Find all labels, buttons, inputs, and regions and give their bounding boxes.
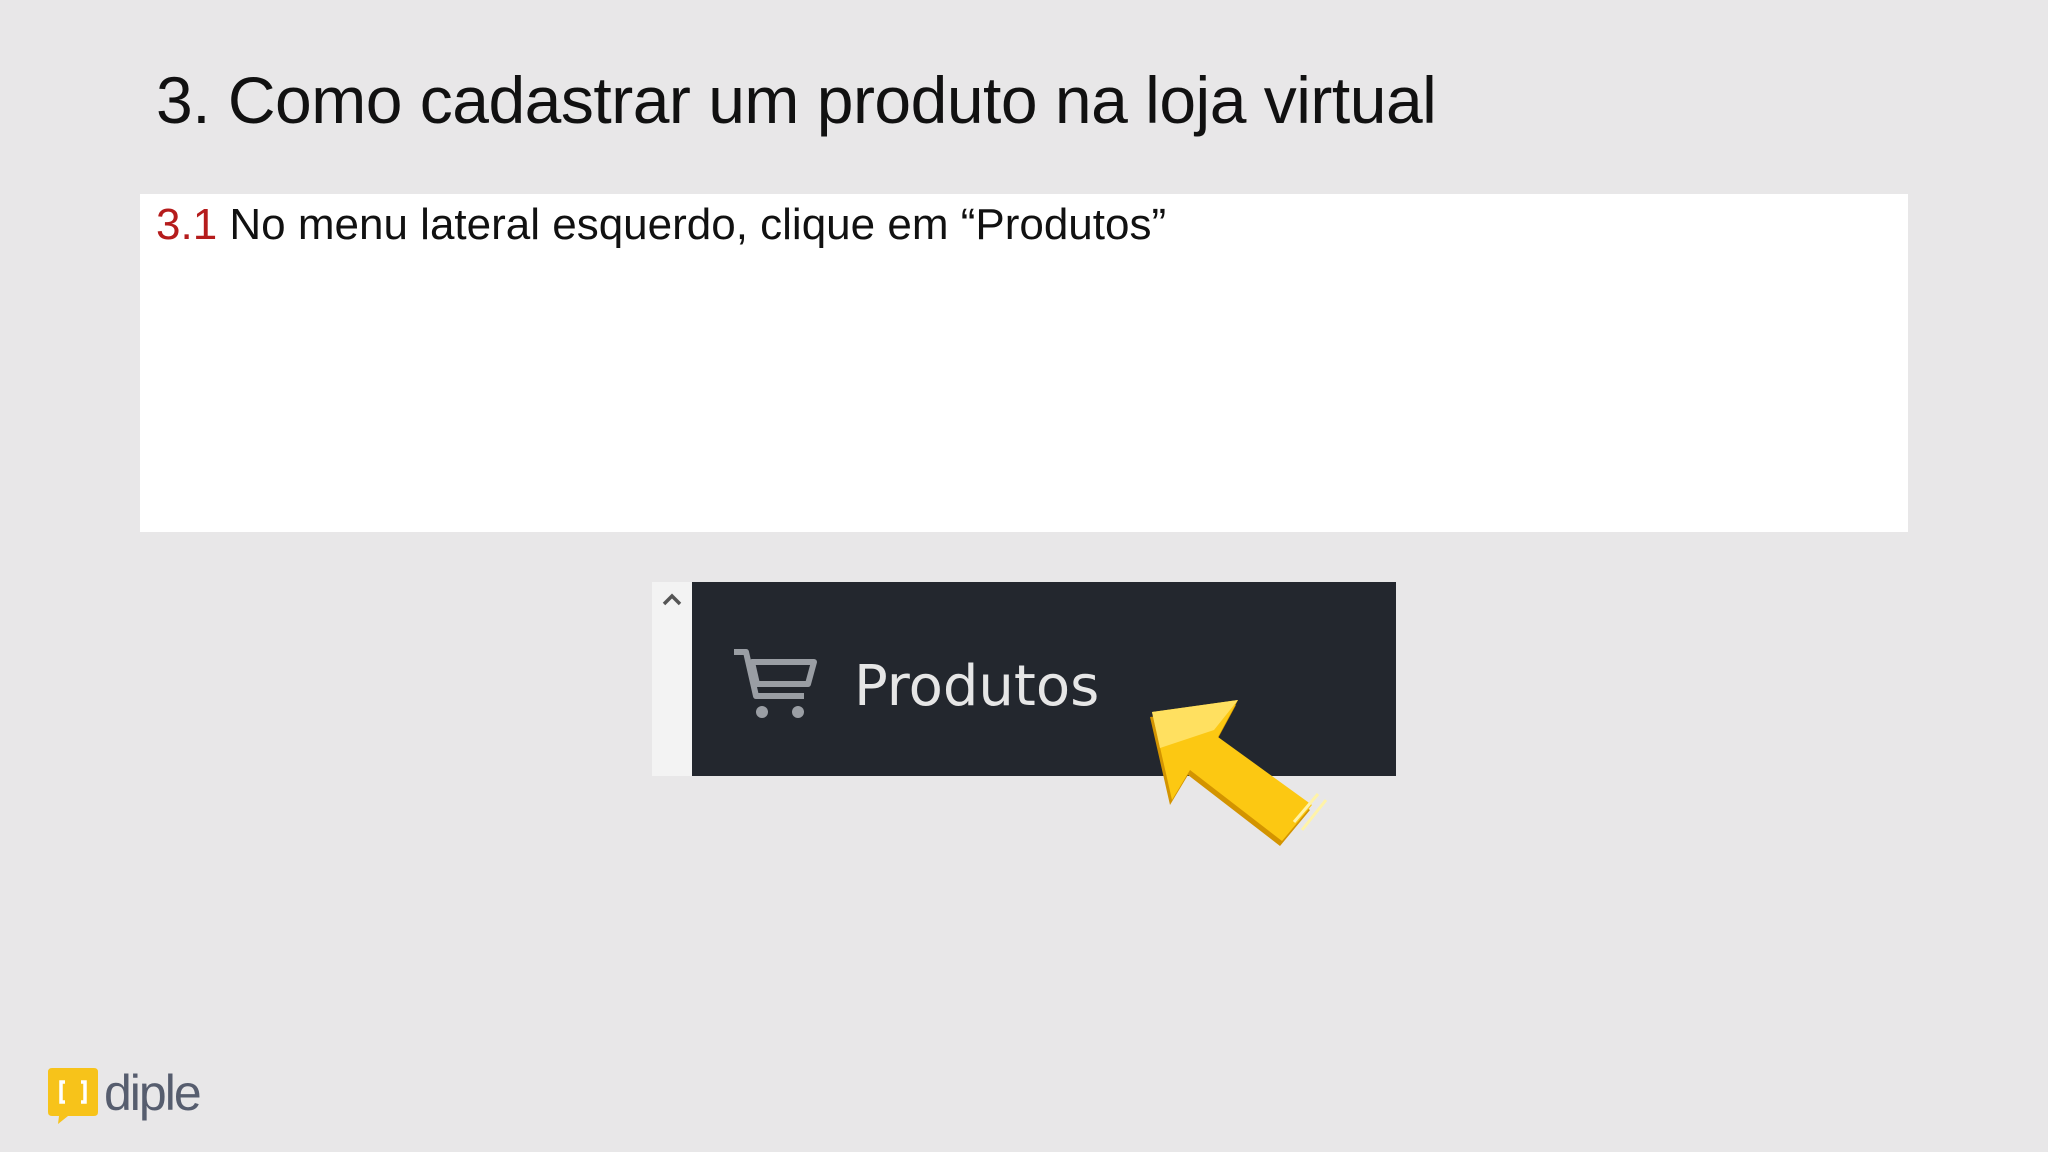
- brand-logo: diple: [48, 1064, 228, 1126]
- step-number: 3.1: [156, 200, 218, 249]
- step-instruction: 3.1 No menu lateral esquerdo, clique em …: [156, 200, 1166, 250]
- chevron-up-icon[interactable]: [660, 588, 684, 612]
- speech-bubble-icon: [48, 1068, 98, 1124]
- scrollbar[interactable]: [652, 582, 692, 776]
- cart-icon: [734, 649, 817, 718]
- step-box: 3.1 No menu lateral esquerdo, clique em …: [140, 194, 1908, 532]
- brand-name: diple: [104, 1065, 202, 1121]
- sidebar-item-label: Produtos: [854, 654, 1100, 719]
- pointer-arrow-icon: [1150, 700, 1328, 846]
- slide-title: 3. Como cadastrar um produto na loja vir…: [156, 63, 1437, 137]
- step-text: No menu lateral esquerdo, clique em “Pro…: [229, 200, 1167, 249]
